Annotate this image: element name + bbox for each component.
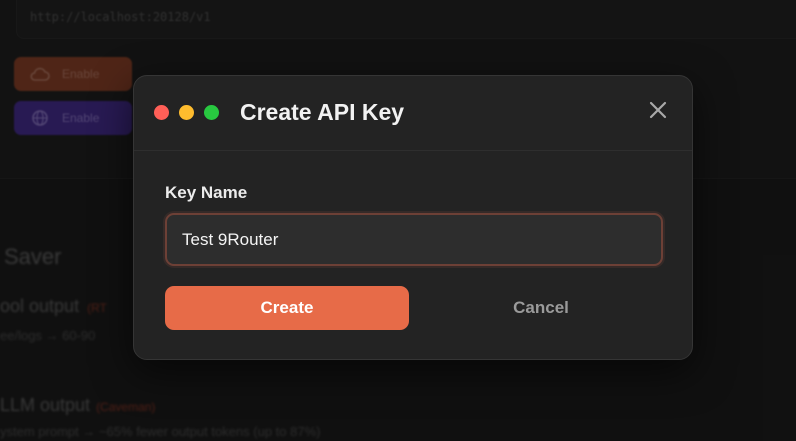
cancel-button[interactable]: Cancel	[419, 286, 663, 330]
dialog-header: Create API Key	[134, 76, 692, 151]
close-icon	[649, 101, 667, 119]
window-controls	[154, 105, 219, 120]
create-api-key-dialog: Create API Key Key Name Create Cancel	[133, 75, 693, 360]
create-button[interactable]: Create	[165, 286, 409, 330]
key-name-input[interactable]	[165, 213, 663, 266]
close-dot[interactable]	[154, 105, 169, 120]
dialog-title: Create API Key	[240, 99, 405, 125]
close-button[interactable]	[644, 96, 672, 124]
minimize-dot[interactable]	[179, 105, 194, 120]
maximize-dot[interactable]	[204, 105, 219, 120]
key-name-label: Key Name	[165, 183, 248, 202]
